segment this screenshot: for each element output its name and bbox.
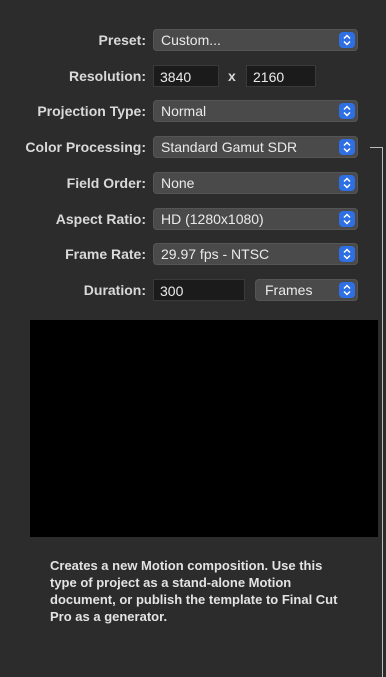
- preset-row: Preset: Custom...: [0, 29, 386, 51]
- resolution-row: Resolution: 3840 x 2160: [0, 65, 386, 87]
- projection-type-label: Projection Type:: [37, 103, 146, 119]
- duration-field[interactable]: 300: [153, 279, 245, 301]
- resolution-height-field[interactable]: 2160: [246, 65, 316, 87]
- projection-type-popup[interactable]: Normal: [153, 100, 358, 122]
- resolution-height-value: 2160: [253, 69, 285, 85]
- chevron-updown-icon: [339, 103, 355, 119]
- frame-rate-value: 29.97 fps - NTSC: [161, 246, 270, 262]
- field-order-popup[interactable]: None: [153, 172, 358, 194]
- aspect-ratio-value: HD (1280x1080): [161, 211, 264, 227]
- aspect-ratio-label: Aspect Ratio:: [55, 211, 146, 227]
- callout-line-vertical: [382, 147, 383, 677]
- projection-type-value: Normal: [161, 103, 207, 119]
- description-text: Creates a new Motion composition. Use th…: [50, 558, 338, 624]
- aspect-ratio-row: Aspect Ratio: HD (1280x1080): [0, 208, 386, 230]
- resolution-width-value: 3840: [160, 69, 192, 85]
- chevron-updown-icon: [339, 211, 355, 227]
- aspect-ratio-popup[interactable]: HD (1280x1080): [153, 208, 358, 230]
- field-order-label: Field Order:: [66, 175, 146, 191]
- field-order-value: None: [161, 175, 195, 191]
- color-processing-popup[interactable]: Standard Gamut SDR: [153, 136, 358, 158]
- duration-label: Duration:: [83, 282, 146, 298]
- frame-rate-row: Frame Rate: 29.97 fps - NTSC: [0, 243, 386, 265]
- field-order-row: Field Order: None: [0, 172, 386, 194]
- color-processing-value: Standard Gamut SDR: [161, 139, 298, 155]
- duration-value: 300: [160, 283, 184, 299]
- duration-unit-value: Frames: [265, 282, 313, 298]
- chevron-updown-icon: [339, 246, 355, 262]
- color-processing-label: Color Processing:: [25, 139, 146, 155]
- chevron-updown-icon: [339, 139, 355, 155]
- project-settings-panel: Preset: Custom... Resolution: 3840 x 216…: [0, 0, 386, 677]
- frame-rate-popup[interactable]: 29.97 fps - NTSC: [153, 243, 358, 265]
- preset-value: Custom...: [161, 32, 221, 48]
- chevron-updown-icon: [339, 282, 355, 298]
- duration-unit-popup[interactable]: Frames: [255, 279, 358, 301]
- color-processing-row: Color Processing: Standard Gamut SDR: [0, 136, 386, 158]
- preset-popup[interactable]: Custom...: [153, 29, 358, 51]
- projection-type-row: Projection Type: Normal: [0, 100, 386, 122]
- resolution-width-field[interactable]: 3840: [153, 65, 219, 87]
- chevron-updown-icon: [339, 32, 355, 48]
- chevron-updown-icon: [339, 175, 355, 191]
- preset-label: Preset:: [98, 32, 146, 48]
- preview-area: [30, 320, 378, 537]
- frame-rate-label: Frame Rate:: [65, 246, 146, 262]
- resolution-label: Resolution:: [69, 68, 146, 84]
- duration-row: Duration: 300 Frames: [0, 279, 386, 301]
- resolution-separator: x: [228, 68, 236, 84]
